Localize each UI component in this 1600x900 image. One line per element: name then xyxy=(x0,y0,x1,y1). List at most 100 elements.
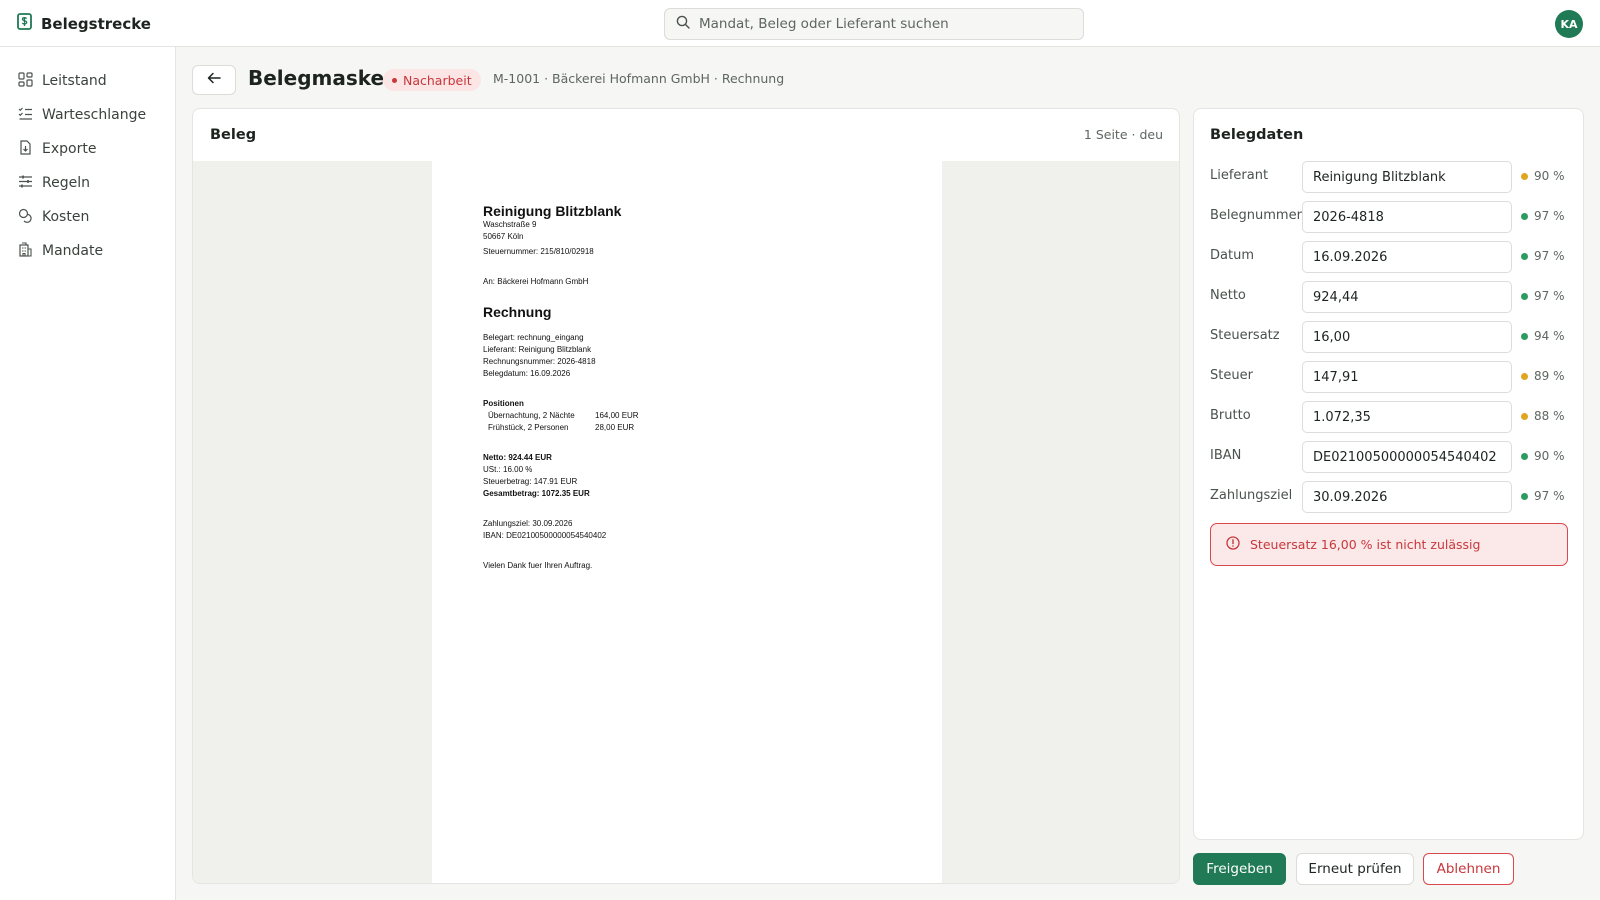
sidebar-item-label: Kosten xyxy=(42,209,90,225)
document-meta: 1 Seite · deu xyxy=(1083,127,1163,142)
search-icon xyxy=(676,15,690,33)
sidebar-item-label: Exporte xyxy=(42,141,97,157)
document-page: Reinigung Blitzblank Waschstraße 9 50667… xyxy=(432,161,942,883)
invoice-city: 50667 Köln xyxy=(483,232,524,241)
field-lieferant: Lieferant 90 % xyxy=(1210,161,1570,193)
invoice-positions-heading: Positionen xyxy=(483,399,524,408)
invoice-heading: Rechnung xyxy=(483,304,552,320)
sidebar-item-label: Regeln xyxy=(42,175,90,191)
field-label: Lieferant xyxy=(1210,168,1269,183)
top-bar: Belegstrecke KA xyxy=(0,0,1600,47)
iban-input[interactable] xyxy=(1302,441,1512,473)
position-name: Übernachtung, 2 Nächte xyxy=(488,411,575,420)
confidence-dot xyxy=(1521,372,1528,380)
belegnummer-input[interactable] xyxy=(1302,201,1512,233)
confidence-dot xyxy=(1521,292,1528,300)
sidebar-item-kosten[interactable]: Kosten xyxy=(0,200,175,234)
confidence-dot xyxy=(1521,212,1528,220)
avatar[interactable]: KA xyxy=(1555,10,1583,38)
brutto-input[interactable] xyxy=(1302,401,1512,433)
invoice-position-row: Übernachtung, 2 Nächte 164,00 EUR xyxy=(483,410,942,422)
netto-input[interactable] xyxy=(1302,281,1512,313)
dashboard-icon xyxy=(18,71,33,91)
sidebar: Leitstand Warteschlange Exporte Regeln K… xyxy=(0,47,176,900)
field-datum: Datum 97 % xyxy=(1210,241,1570,273)
invoice-street: Waschstraße 9 xyxy=(483,220,537,229)
confidence-dot xyxy=(1521,252,1528,260)
sidebar-item-label: Warteschlange xyxy=(42,107,147,123)
approve-button[interactable]: Freigeben xyxy=(1193,853,1286,885)
field-label: Netto xyxy=(1210,288,1246,303)
status-badge: Nacharbeit xyxy=(383,69,481,91)
confidence-indicator: 97 % xyxy=(1521,249,1565,263)
confidence-value: 97 % xyxy=(1534,489,1565,503)
confidence-indicator: 97 % xyxy=(1521,289,1565,303)
document-viewer[interactable]: Reinigung Blitzblank Waschstraße 9 50667… xyxy=(193,161,1179,883)
receipt-logo-icon xyxy=(17,13,32,34)
confidence-value: 97 % xyxy=(1534,249,1565,263)
field-label: Brutto xyxy=(1210,408,1251,423)
status-dot xyxy=(392,77,397,83)
sidebar-item-regeln[interactable]: Regeln xyxy=(0,166,175,200)
confidence-value: 90 % xyxy=(1534,169,1565,183)
invoice-zahlungsziel: Zahlungsziel: 30.09.2026 xyxy=(483,519,573,528)
invoice-belegart: Belegart: rechnung_eingang xyxy=(483,333,584,342)
sliders-icon xyxy=(18,174,33,193)
breadcrumb: M-1001 · Bäckerei Hofmann GmbH · Rechnun… xyxy=(493,71,785,86)
invoice-recipient: An: Bäckerei Hofmann GmbH xyxy=(483,277,589,286)
field-label: Belegnummer xyxy=(1210,208,1302,223)
sidebar-item-label: Mandate xyxy=(42,243,104,259)
sidebar-item-label: Leitstand xyxy=(42,73,107,89)
position-amount: 164,00 EUR xyxy=(595,411,639,420)
confidence-value: 90 % xyxy=(1534,449,1565,463)
field-steuersatz: Steuersatz 94 % xyxy=(1210,321,1570,353)
recheck-button[interactable]: Erneut prüfen xyxy=(1296,853,1414,885)
confidence-value: 89 % xyxy=(1534,369,1565,383)
confidence-dot xyxy=(1521,412,1528,420)
confidence-value: 94 % xyxy=(1534,329,1565,343)
sidebar-item-warteschlange[interactable]: Warteschlange xyxy=(0,98,175,132)
confidence-indicator: 88 % xyxy=(1521,409,1565,423)
steuersatz-input[interactable] xyxy=(1302,321,1512,353)
field-label: Zahlungsziel xyxy=(1210,488,1293,503)
invoice-tax-number: Steuernummer: 215/810/02918 xyxy=(483,247,594,256)
field-belegnummer: Belegnummer 97 % xyxy=(1210,201,1570,233)
belegdaten-panel: Belegdaten Lieferant 90 % Belegnummer 97… xyxy=(1193,108,1584,840)
invoice-ust: USt.: 16.00 % xyxy=(483,465,533,474)
reject-button[interactable]: Ablehnen xyxy=(1423,853,1514,885)
confidence-indicator: 89 % xyxy=(1521,369,1565,383)
confidence-dot xyxy=(1521,172,1528,180)
field-steuer: Steuer 89 % xyxy=(1210,361,1570,393)
invoice-lieferant: Lieferant: Reinigung Blitzblank xyxy=(483,345,592,354)
confidence-dot xyxy=(1521,332,1528,340)
confidence-value: 97 % xyxy=(1534,289,1565,303)
invoice-date: Belegdatum: 16.09.2026 xyxy=(483,369,571,378)
steuer-input[interactable] xyxy=(1302,361,1512,393)
building-icon xyxy=(18,241,33,261)
search-input[interactable] xyxy=(699,16,1069,32)
sidebar-item-exporte[interactable]: Exporte xyxy=(0,132,175,166)
field-iban: IBAN 90 % xyxy=(1210,441,1570,473)
confidence-dot xyxy=(1521,492,1528,500)
alert-circle-icon xyxy=(1226,536,1240,553)
zahlungsziel-input[interactable] xyxy=(1302,481,1512,513)
list-check-icon xyxy=(18,106,33,125)
back-button[interactable] xyxy=(192,65,236,95)
belegdaten-title: Belegdaten xyxy=(1210,127,1304,143)
lieferant-input[interactable] xyxy=(1302,161,1512,193)
confidence-dot xyxy=(1521,452,1528,460)
arrow-left-icon xyxy=(207,72,221,88)
confidence-indicator: 90 % xyxy=(1521,449,1565,463)
confidence-value: 88 % xyxy=(1534,409,1565,423)
confidence-indicator: 97 % xyxy=(1521,209,1565,223)
search-box[interactable] xyxy=(664,8,1084,40)
confidence-indicator: 97 % xyxy=(1521,489,1565,503)
sidebar-item-mandate[interactable]: Mandate xyxy=(0,234,175,268)
datum-input[interactable] xyxy=(1302,241,1512,273)
invoice-iban: IBAN: DE02100500000054540402 xyxy=(483,531,607,540)
app-name: Belegstrecke xyxy=(41,14,151,33)
invoice-position-row: Frühstück, 2 Personen 28,00 EUR xyxy=(483,422,942,434)
file-download-icon xyxy=(18,139,33,159)
sidebar-item-leitstand[interactable]: Leitstand xyxy=(0,64,175,98)
brand[interactable]: Belegstrecke xyxy=(17,13,151,34)
